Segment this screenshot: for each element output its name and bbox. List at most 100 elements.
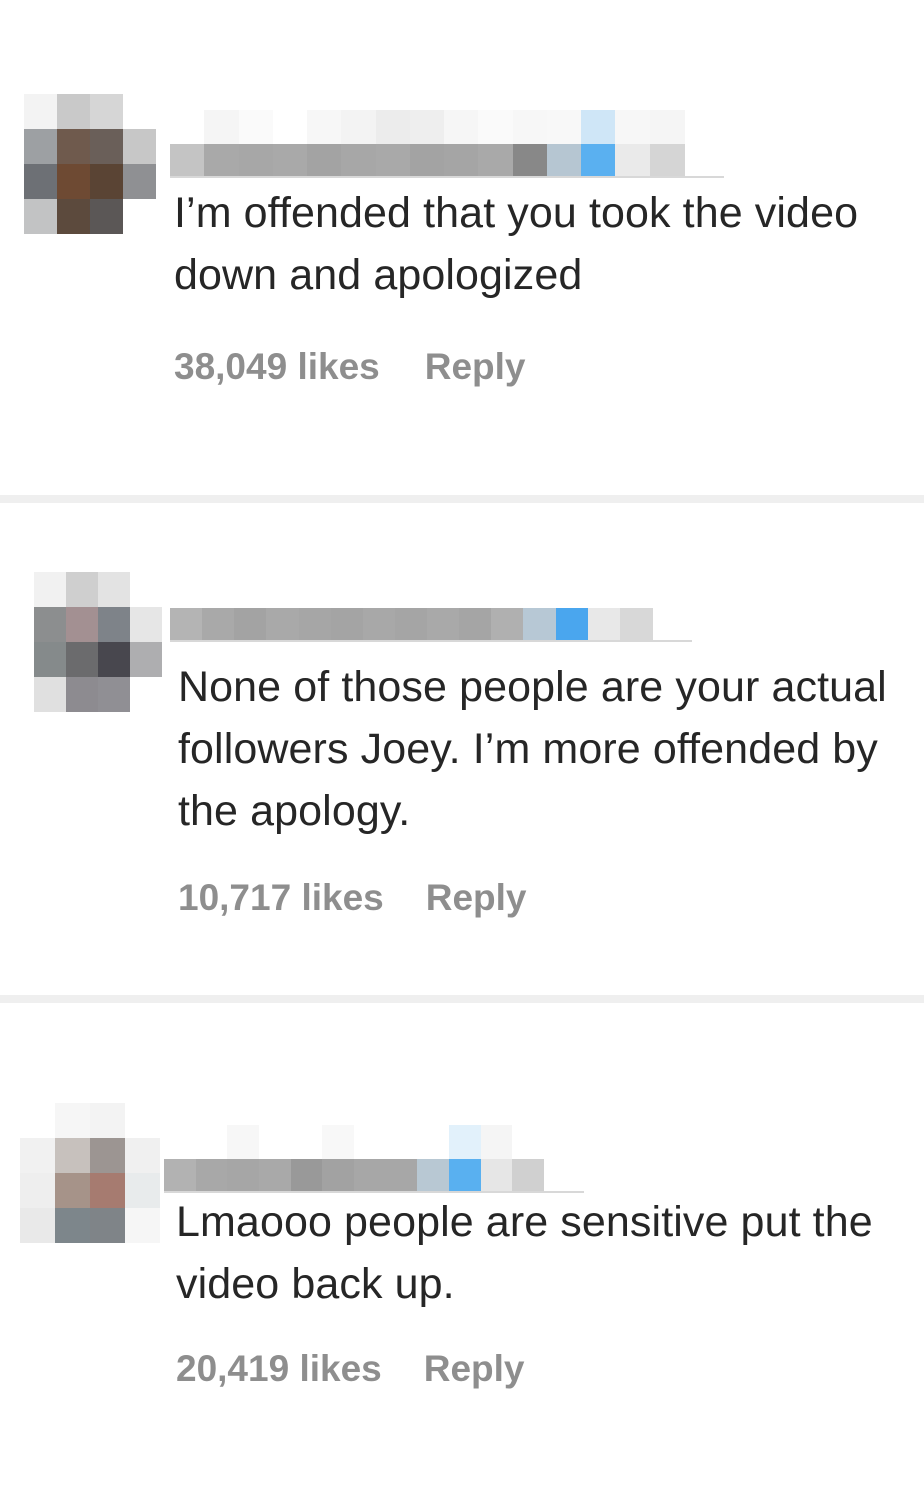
username-pixel — [202, 574, 236, 608]
comment-meta: 20,419 likes Reply — [176, 1348, 525, 1390]
username-pixel — [195, 1159, 228, 1193]
avatar-pixel — [125, 1103, 160, 1138]
avatar-pixel — [130, 677, 162, 712]
avatar-pixel — [57, 94, 90, 129]
username-pixel — [307, 110, 343, 144]
username-pixel — [512, 144, 548, 178]
avatar-pixel — [20, 1138, 55, 1173]
username-pixel — [478, 144, 514, 178]
avatar-pixel — [90, 1103, 125, 1138]
comment-2: None of those people are your actual fol… — [0, 503, 924, 995]
username-pixel — [555, 608, 589, 642]
username-pixel — [362, 574, 396, 608]
username-underline — [170, 176, 724, 178]
username-pixel — [375, 110, 411, 144]
avatar-pixel — [90, 129, 123, 164]
avatar-pixel — [98, 572, 130, 607]
avatar[interactable] — [34, 572, 162, 712]
comment-1: I’m offended that you took the video dow… — [0, 0, 924, 495]
comment-text: I’m offended that you took the video dow… — [174, 189, 859, 299]
username-pixel — [619, 608, 653, 642]
comment-meta: 38,049 likes Reply — [174, 346, 526, 388]
username-pixel — [290, 1159, 323, 1193]
avatar-pixel — [90, 1208, 125, 1243]
reply-button[interactable]: Reply — [425, 346, 526, 388]
avatar-pixel — [98, 607, 130, 642]
username-pixel — [307, 144, 343, 178]
avatar-pixel — [66, 607, 98, 642]
likes-count[interactable]: 20,419 likes — [176, 1348, 382, 1390]
divider — [0, 495, 924, 503]
username-pixel — [341, 110, 377, 144]
reply-button[interactable]: Reply — [424, 1348, 525, 1390]
avatar-pixel — [34, 572, 66, 607]
avatar-pixel — [57, 129, 90, 164]
avatar-pixel — [55, 1208, 90, 1243]
username-pixel — [478, 110, 514, 144]
comment-meta: 10,717 likes Reply — [178, 877, 527, 919]
username-pixel — [341, 144, 377, 178]
username-pixel — [587, 608, 621, 642]
username-pixel — [491, 608, 525, 642]
likes-count[interactable]: 10,717 likes — [178, 877, 384, 919]
username[interactable] — [170, 574, 692, 642]
avatar-pixel — [24, 199, 57, 234]
username-pixel — [546, 144, 582, 178]
username-pixel — [459, 608, 493, 642]
username-pixel — [394, 608, 428, 642]
username-pixel — [234, 574, 268, 608]
username-pixel — [385, 1159, 418, 1193]
likes-count[interactable]: 38,049 likes — [174, 346, 380, 388]
username-pixel — [354, 1125, 386, 1159]
avatar[interactable] — [24, 94, 156, 234]
avatar-pixel — [66, 572, 98, 607]
username-pixel — [170, 574, 203, 608]
avatar-pixel — [20, 1173, 55, 1208]
avatar-pixel — [20, 1208, 55, 1243]
username-pixel — [427, 574, 461, 608]
avatar-pixel — [130, 642, 162, 677]
username-pixel — [170, 144, 205, 178]
username-pixel — [298, 574, 332, 608]
avatar-pixel — [66, 677, 98, 712]
username-pixel — [581, 144, 617, 178]
username-pixel — [449, 1159, 481, 1193]
username-pixel — [385, 1125, 418, 1159]
username-pixel — [649, 110, 685, 144]
username-pixel — [375, 144, 411, 178]
avatar-pixel — [130, 607, 162, 642]
reply-button[interactable]: Reply — [426, 877, 527, 919]
avatar-pixel — [55, 1103, 90, 1138]
username-pixel — [394, 574, 428, 608]
username-pixel — [354, 1159, 386, 1193]
username-underline — [170, 640, 692, 642]
username-pixel — [619, 574, 653, 608]
username-pixel — [459, 574, 493, 608]
username-pixel — [259, 1125, 291, 1159]
avatar-pixel — [90, 94, 123, 129]
username-pixel — [227, 1125, 260, 1159]
username-pixel — [202, 608, 236, 642]
username-pixel — [290, 1125, 323, 1159]
avatar-pixel — [98, 677, 130, 712]
comment-text: None of those people are your actual fol… — [178, 663, 887, 835]
avatar-pixel — [20, 1103, 55, 1138]
username-pixel — [204, 110, 240, 144]
username-pixel — [170, 608, 203, 642]
username-pixel — [164, 1159, 196, 1193]
username-pixel — [615, 144, 651, 178]
username-pixel — [322, 1125, 355, 1159]
username-pixel — [417, 1159, 450, 1193]
username-pixel — [204, 144, 240, 178]
username[interactable] — [170, 104, 724, 178]
username-pixel — [170, 110, 205, 144]
avatar-pixel — [90, 1138, 125, 1173]
avatar-pixel — [123, 199, 156, 234]
username-pixel — [409, 144, 445, 178]
username-pixel — [272, 144, 308, 178]
username[interactable] — [164, 1113, 584, 1193]
avatar[interactable] — [20, 1103, 160, 1243]
avatar-pixel — [98, 642, 130, 677]
username-pixel — [649, 144, 685, 178]
username-pixel — [330, 574, 364, 608]
